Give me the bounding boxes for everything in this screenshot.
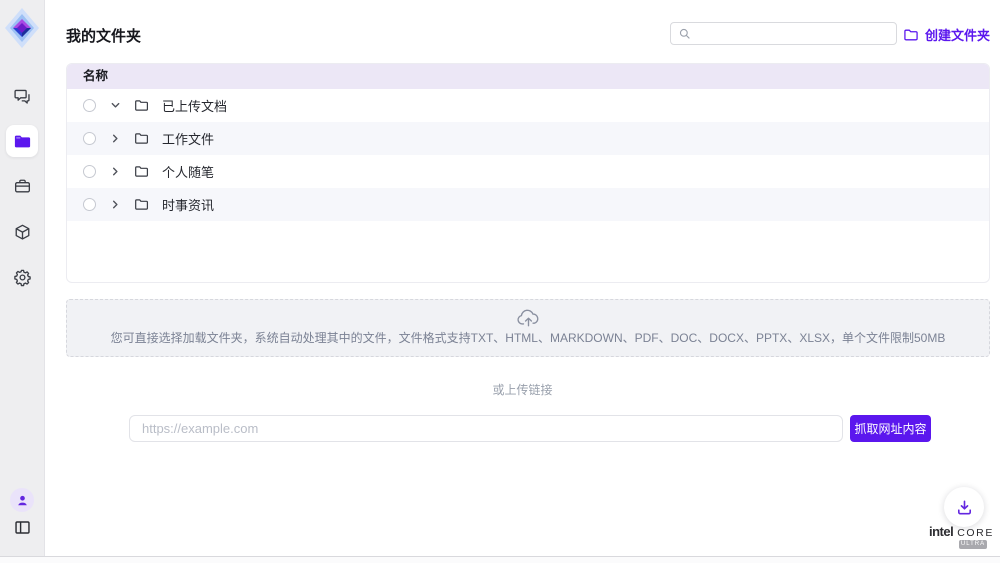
search-icon: [678, 27, 691, 40]
cloud-upload-icon: [515, 308, 542, 328]
chat-icon: [13, 87, 32, 106]
create-folder-label: 创建文件夹: [925, 25, 990, 44]
intel-core-wordmark: intel core: [929, 524, 997, 539]
folder-row[interactable]: 个人随笔: [67, 155, 989, 188]
intel-core-logo: intel core ultra: [929, 524, 997, 549]
folder-plus-icon: [903, 27, 919, 43]
chevron-icon[interactable]: [109, 166, 121, 178]
core-text: core: [957, 527, 994, 539]
folder-row[interactable]: 时事资讯: [67, 188, 989, 221]
sidebar-item-cube[interactable]: [6, 216, 38, 248]
folder-table: 名称 已上传文档 工作文件: [66, 63, 990, 283]
folder-table-body: 已上传文档 工作文件 个人随笔: [67, 89, 989, 221]
logo-diamond-icon: [3, 6, 41, 50]
table-header-row: 名称: [67, 64, 989, 89]
row-checkbox[interactable]: [83, 99, 96, 112]
app-window: 我的文件夹 创建文件夹 名称: [0, 0, 1000, 563]
main-content: 我的文件夹 创建文件夹 名称: [45, 0, 1000, 556]
folder-icon: [13, 132, 32, 151]
cube-icon: [13, 223, 32, 242]
app-logo[interactable]: [3, 6, 41, 50]
upload-hint: 您可直接选择加载文件夹，系统自动处理其中的文件，文件格式支持TXT、HTML、M…: [67, 329, 989, 346]
gear-icon: [13, 268, 32, 287]
row-checkbox[interactable]: [83, 165, 96, 178]
folder-icon: [134, 164, 149, 179]
upload-dropzone[interactable]: 您可直接选择加载文件夹，系统自动处理其中的文件，文件格式支持TXT、HTML、M…: [66, 299, 990, 357]
fetch-url-button[interactable]: 抓取网址内容: [850, 415, 931, 442]
download-icon: [955, 498, 974, 517]
table-header-name: 名称: [83, 69, 108, 83]
intel-text: intel: [929, 524, 953, 539]
or-upload-link-label: 或上传链接: [45, 381, 1000, 398]
folder-row-label: 已上传文档: [162, 96, 227, 115]
folder-icon: [134, 98, 149, 113]
sidebar: [0, 0, 45, 556]
sidebar-item-profile[interactable]: [10, 488, 34, 512]
folder-row-label: 时事资讯: [162, 195, 214, 214]
row-checkbox[interactable]: [83, 198, 96, 211]
folder-row-label: 个人随笔: [162, 162, 214, 181]
sidebar-item-chat[interactable]: [6, 80, 38, 112]
sidebar-item-folders[interactable]: [6, 125, 38, 157]
sidebar-item-collapse[interactable]: [6, 511, 38, 543]
folder-icon: [134, 197, 149, 212]
folder-row[interactable]: 已上传文档: [67, 89, 989, 122]
create-folder-button[interactable]: 创建文件夹: [903, 25, 990, 44]
search-input[interactable]: [696, 27, 889, 41]
search-box[interactable]: [670, 22, 897, 45]
folder-icon: [134, 131, 149, 146]
page-title: 我的文件夹: [66, 25, 141, 46]
sidebar-item-settings[interactable]: [6, 261, 38, 293]
row-checkbox[interactable]: [83, 132, 96, 145]
person-icon: [15, 493, 30, 508]
download-button[interactable]: [944, 487, 984, 527]
folder-row[interactable]: 工作文件: [67, 122, 989, 155]
panel-icon: [13, 518, 32, 537]
url-input[interactable]: [129, 415, 843, 442]
briefcase-icon: [13, 177, 32, 196]
chevron-icon[interactable]: [109, 133, 121, 145]
chevron-icon[interactable]: [109, 100, 121, 112]
window-bottom-edge: [0, 556, 1000, 563]
ultra-badge: ultra: [959, 540, 987, 549]
chevron-icon[interactable]: [109, 199, 121, 211]
sidebar-item-briefcase[interactable]: [6, 170, 38, 202]
folder-row-label: 工作文件: [162, 129, 214, 148]
